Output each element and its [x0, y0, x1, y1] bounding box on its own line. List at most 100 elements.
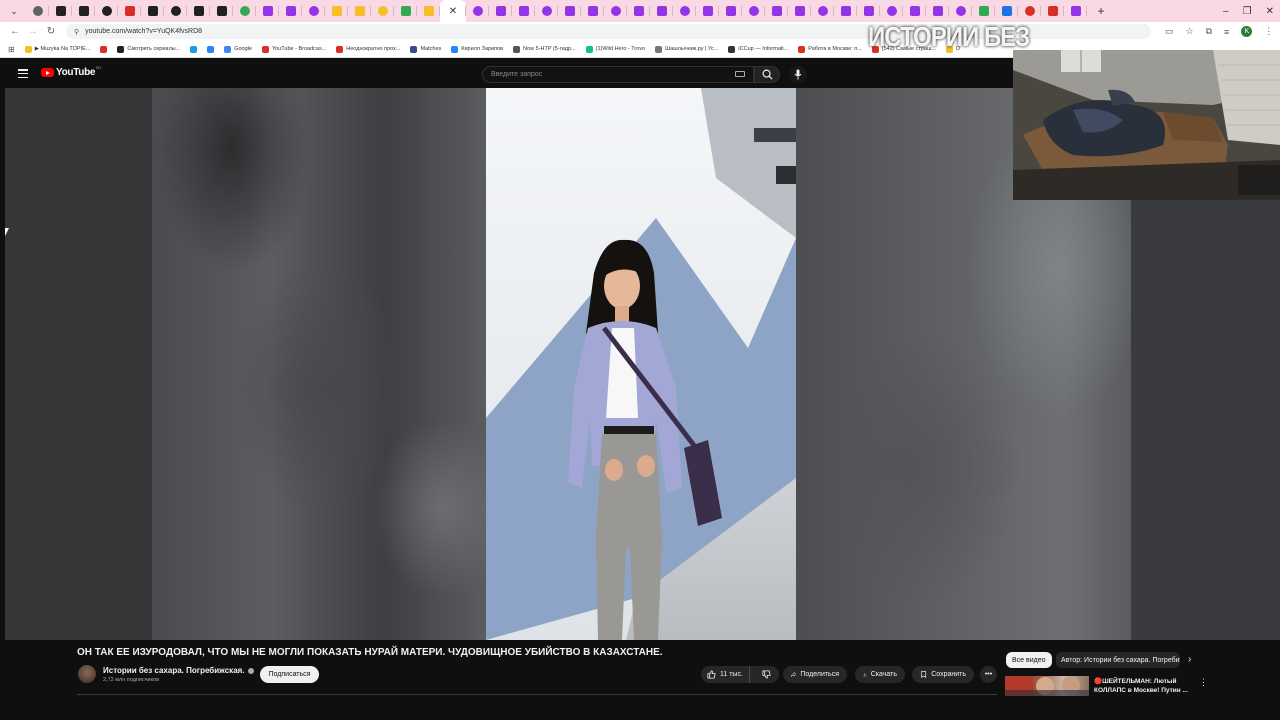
search-button[interactable]	[754, 66, 780, 83]
keyboard-icon[interactable]	[735, 71, 745, 77]
profile-avatar[interactable]: K	[1241, 26, 1253, 37]
browser-tab[interactable]	[512, 0, 535, 22]
browser-tab[interactable]	[256, 0, 279, 22]
bookmark-item[interactable]: Работа в Москве: п...	[798, 45, 862, 53]
browser-tab[interactable]	[788, 0, 811, 22]
browser-tab[interactable]	[604, 0, 627, 22]
extensions-icon[interactable]: ⧉	[1206, 26, 1212, 37]
browser-tab[interactable]	[466, 0, 489, 22]
browser-tab[interactable]	[325, 0, 348, 22]
tab-search-icon[interactable]: ≡	[1224, 27, 1229, 37]
browser-tab[interactable]	[489, 0, 512, 22]
browser-tab[interactable]	[811, 0, 834, 22]
share-button[interactable]: Поделиться	[783, 666, 847, 683]
browser-tab[interactable]	[187, 0, 210, 22]
close-tab-icon[interactable]: ✕	[449, 6, 457, 17]
bookmark-item[interactable]	[190, 45, 198, 53]
bookmark-item[interactable]: Неоднократно прох...	[336, 45, 400, 53]
browser-tab[interactable]	[972, 0, 995, 22]
browser-tab[interactable]	[26, 0, 49, 22]
browser-tab[interactable]	[949, 0, 972, 22]
browser-tab[interactable]	[880, 0, 903, 22]
recommended-thumbnail[interactable]	[1005, 676, 1089, 696]
back-icon[interactable]: ←	[6, 26, 24, 37]
chevron-right-icon[interactable]: ›	[1188, 654, 1191, 665]
bookmark-item[interactable]: Шашлычник.ру | Ус...	[655, 45, 718, 53]
bookmark-item[interactable]	[207, 45, 215, 53]
browser-tab[interactable]	[233, 0, 256, 22]
browser-tab[interactable]	[1064, 0, 1087, 22]
site-info-icon[interactable]: ⚲	[74, 28, 79, 36]
browser-tab[interactable]	[164, 0, 187, 22]
bookmark-item[interactable]: ▶ Muzyka Na TOPIE...	[24, 45, 90, 53]
browser-tab[interactable]	[903, 0, 926, 22]
browser-tab[interactable]	[857, 0, 880, 22]
download-button[interactable]: Скачать	[855, 666, 905, 683]
channel-avatar[interactable]	[78, 665, 96, 683]
save-button[interactable]: Сохранить	[912, 666, 974, 683]
browser-tab[interactable]	[834, 0, 857, 22]
browser-tab[interactable]	[49, 0, 72, 22]
menu-icon[interactable]: ⋮	[1264, 26, 1273, 37]
browser-tab[interactable]	[926, 0, 949, 22]
bookmark-item[interactable]: Смотреть сериалы...	[117, 45, 180, 53]
subscribe-button[interactable]: Подписаться	[260, 666, 319, 683]
browser-tab[interactable]	[1018, 0, 1041, 22]
bookmark-item[interactable]: YouTube - Broadcas...	[261, 45, 326, 53]
recommended-title[interactable]: 🔴ШЕЙТЕЛЬМАН: Лютый КОЛЛАПС в Москве! Пут…	[1094, 677, 1194, 695]
chip-author[interactable]: Автор: Истории без сахара. Погребижская.	[1056, 652, 1180, 668]
browser-tab[interactable]	[118, 0, 141, 22]
new-tab-button[interactable]: +	[1091, 4, 1111, 18]
browser-tab[interactable]	[627, 0, 650, 22]
restore-icon[interactable]: ❐	[1243, 6, 1252, 17]
bookmark-item[interactable]: (1)Wild Hero - Trovo	[585, 45, 645, 53]
browser-tab[interactable]	[348, 0, 371, 22]
browser-tab[interactable]	[279, 0, 302, 22]
browser-tab[interactable]	[1041, 0, 1064, 22]
tab-favicon-icon	[101, 6, 112, 16]
browser-tab[interactable]	[696, 0, 719, 22]
browser-tab[interactable]	[650, 0, 673, 22]
youtube-logo[interactable]: YouTube BY	[41, 65, 102, 78]
bookmark-star-icon[interactable]: ☆	[1186, 26, 1194, 37]
browser-tab[interactable]	[673, 0, 696, 22]
browser-tab[interactable]	[72, 0, 95, 22]
menu-hamburger-icon[interactable]	[18, 69, 28, 78]
chip-all-videos[interactable]: Все видео	[1006, 652, 1052, 668]
browser-tab[interactable]	[558, 0, 581, 22]
browser-tab[interactable]	[141, 0, 164, 22]
browser-tab[interactable]	[535, 0, 558, 22]
browser-tab[interactable]	[394, 0, 417, 22]
browser-tab[interactable]	[719, 0, 742, 22]
close-window-icon[interactable]: ✕	[1266, 6, 1274, 17]
browser-tab[interactable]	[581, 0, 604, 22]
browser-tab[interactable]	[302, 0, 325, 22]
voice-search-button[interactable]	[789, 66, 807, 83]
browser-tab[interactable]	[995, 0, 1018, 22]
browser-tab[interactable]	[371, 0, 394, 22]
more-vertical-icon[interactable]: ⋮	[1199, 677, 1208, 688]
channel-name[interactable]: Истории без сахара. Погребижская.	[103, 666, 254, 675]
bookmark-item[interactable]: Matches	[410, 45, 441, 53]
bookmark-item[interactable]: Now 5-HTP (5-гидр...	[513, 45, 576, 53]
like-button[interactable]: 11 тыс.	[701, 666, 751, 683]
browser-tab[interactable]	[765, 0, 788, 22]
bookmark-item[interactable]: iCCup — Informati...	[728, 45, 788, 53]
browser-tab[interactable]	[417, 0, 440, 22]
minimize-icon[interactable]: –	[1223, 6, 1229, 17]
forward-icon[interactable]: →	[24, 26, 42, 37]
tab-search-icon[interactable]: ⌄	[6, 3, 22, 19]
dislike-button[interactable]	[754, 666, 779, 683]
browser-tab[interactable]	[742, 0, 765, 22]
search-input[interactable]: Введите запрос	[482, 66, 754, 83]
bookmark-item[interactable]	[100, 45, 108, 53]
cast-icon[interactable]: ▭	[1165, 26, 1174, 37]
more-actions-button[interactable]: •••	[980, 666, 997, 683]
apps-icon[interactable]: ⊞	[8, 45, 15, 54]
reload-icon[interactable]: ↻	[42, 26, 60, 37]
browser-tab-active[interactable]: ✕	[440, 0, 466, 22]
browser-tab[interactable]	[95, 0, 118, 22]
bookmark-item[interactable]: Google	[224, 45, 252, 53]
bookmark-item[interactable]: Кирилл Зарипов	[451, 45, 503, 53]
browser-tab[interactable]	[210, 0, 233, 22]
